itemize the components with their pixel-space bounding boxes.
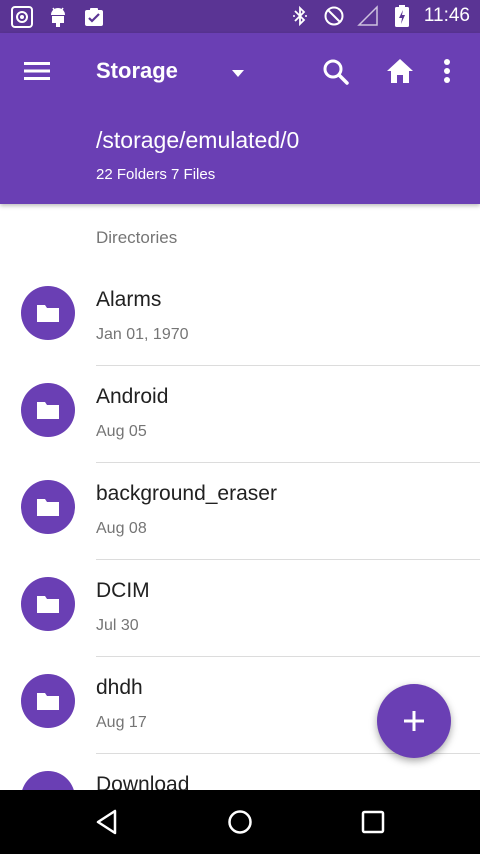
folder-icon <box>21 577 75 631</box>
directory-name: Alarms <box>96 288 162 311</box>
list-item[interactable]: Android Aug 05 <box>0 351 480 463</box>
home-icon[interactable] <box>385 56 415 86</box>
recents-icon[interactable] <box>359 808 387 836</box>
back-icon[interactable] <box>93 808 121 836</box>
folder-icon <box>21 674 75 728</box>
more-vert-icon[interactable] <box>437 56 457 86</box>
list-item[interactable]: background_eraser Aug 08 <box>0 448 480 560</box>
directory-name: dhdh <box>96 676 143 699</box>
directory-name: DCIM <box>96 579 150 602</box>
status-time: 11:46 <box>423 5 470 26</box>
app-bar: Storage /storage/emulated/0 22 Folders 7… <box>0 33 480 204</box>
directory-date: Aug 17 <box>96 714 147 731</box>
bluetooth-icon <box>288 4 312 28</box>
menu-icon[interactable] <box>22 59 52 83</box>
android-icon <box>46 5 70 29</box>
directory-name: Android <box>96 385 169 408</box>
folder-icon <box>21 383 75 437</box>
dropdown-arrow-icon[interactable] <box>229 64 247 82</box>
folder-icon <box>21 480 75 534</box>
search-icon[interactable] <box>321 57 351 87</box>
directory-date: Aug 05 <box>96 423 147 440</box>
directory-date: Jan 01, 1970 <box>96 326 189 343</box>
status-bar: 11:46 <box>0 0 480 33</box>
folder-file-count: 22 Folders 7 Files <box>96 166 216 183</box>
battery-icon <box>390 4 414 28</box>
directory-date: Jul 30 <box>96 617 139 634</box>
list-item[interactable]: DCIM Jul 30 <box>0 545 480 657</box>
target-icon <box>10 5 34 29</box>
do-not-disturb-icon <box>322 4 346 28</box>
storage-title[interactable]: Storage <box>96 58 178 84</box>
current-path: /storage/emulated/0 <box>96 127 300 153</box>
directory-name: background_eraser <box>96 482 277 505</box>
section-header: Directories <box>96 228 178 247</box>
nav-bar <box>0 790 480 854</box>
home-circle-icon[interactable] <box>226 808 254 836</box>
folder-icon <box>21 286 75 340</box>
directory-date: Aug 08 <box>96 520 147 537</box>
signal-icon <box>356 4 380 28</box>
list-item[interactable]: Alarms Jan 01, 1970 <box>0 254 480 366</box>
add-fab-button[interactable] <box>377 684 451 758</box>
plus-icon <box>404 711 424 731</box>
clipboard-check-icon <box>82 5 106 29</box>
